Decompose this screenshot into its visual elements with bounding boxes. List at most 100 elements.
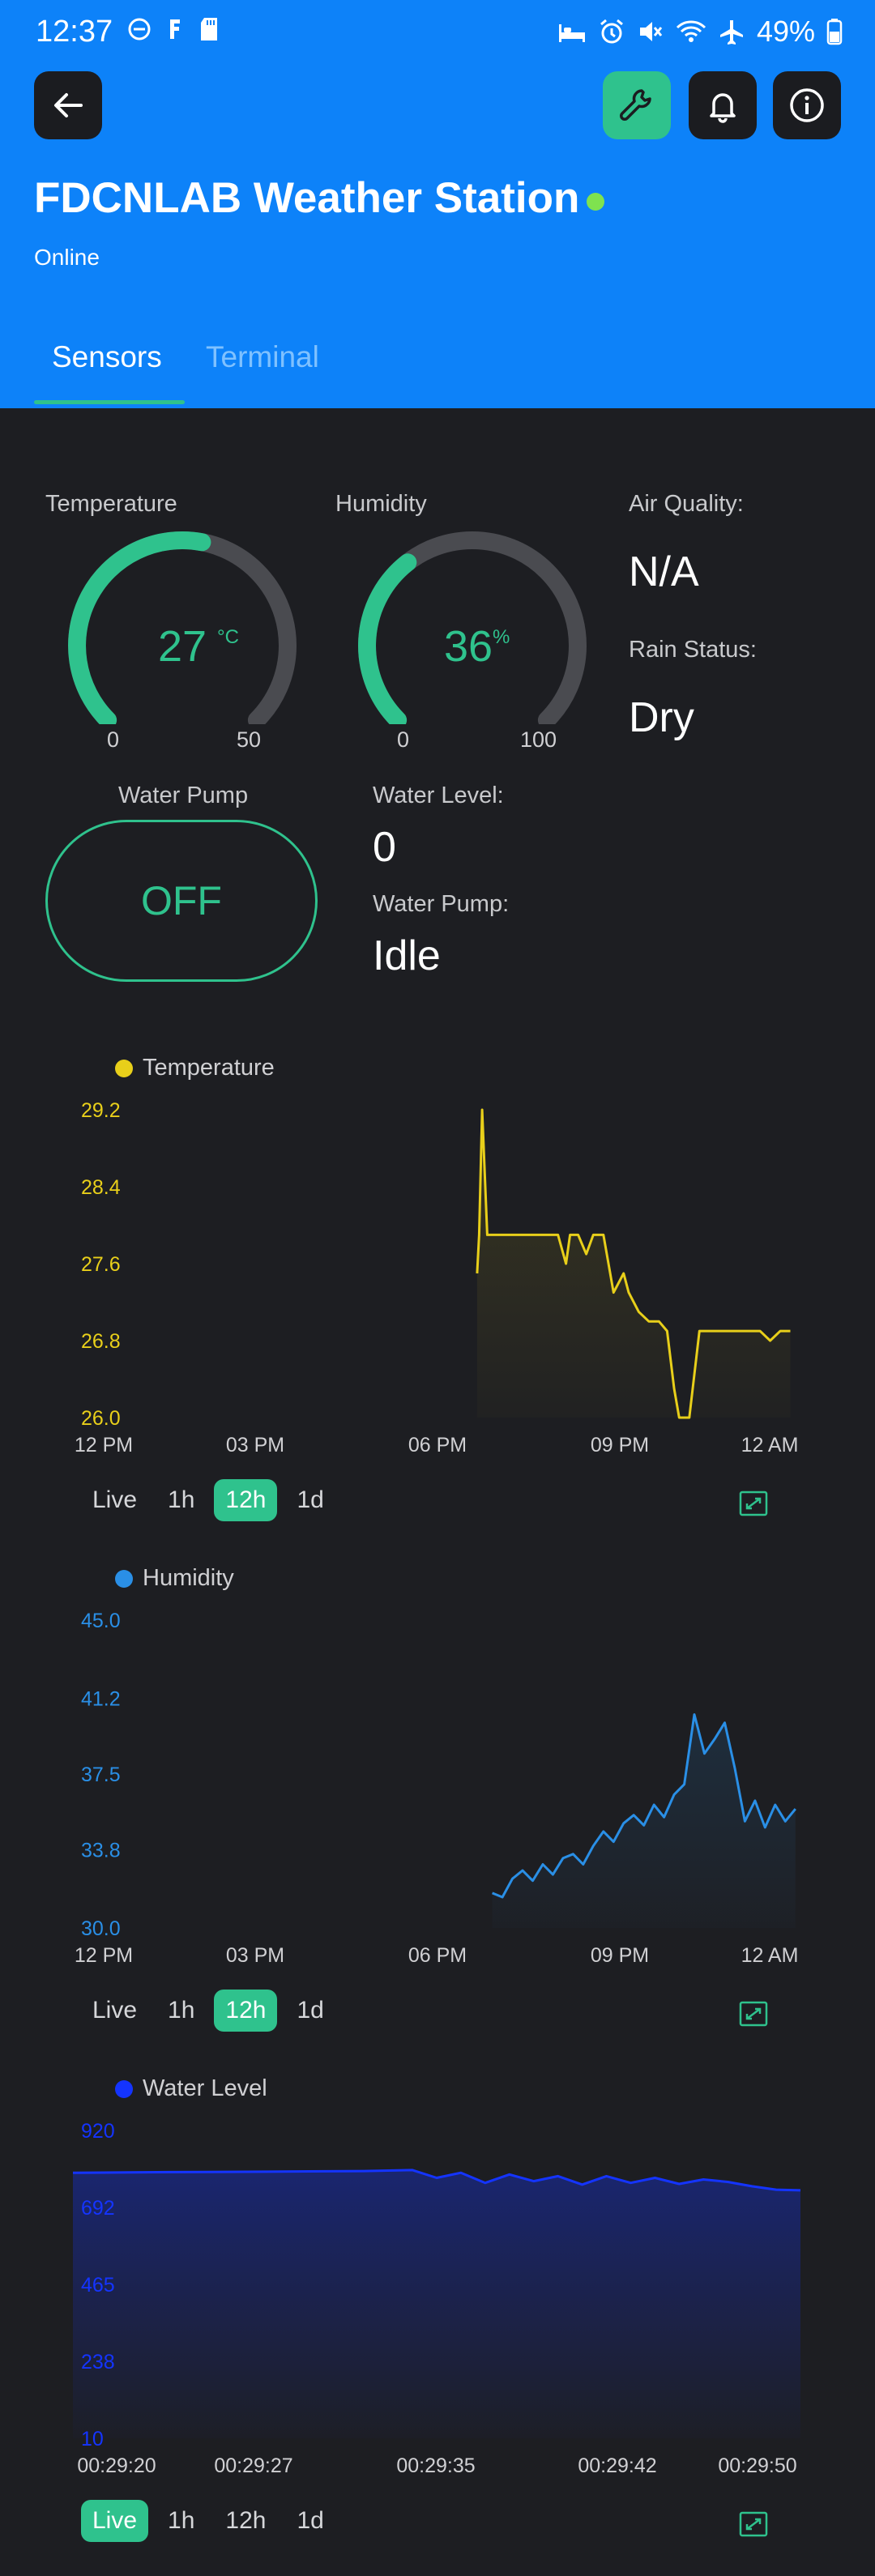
x-tick-label: 03 PM (226, 1434, 284, 1456)
range-1h-button[interactable]: 1h (156, 1479, 206, 1521)
humidity-chart-legend: Humidity (115, 1565, 234, 1592)
wrench-icon (620, 89, 651, 121)
water-level-label: Water Level: (373, 783, 504, 808)
page-title: FDCNLAB Weather Station (34, 174, 580, 222)
battery-icon (826, 19, 843, 45)
tab-terminal[interactable]: Terminal (206, 340, 319, 374)
range-1h-button[interactable]: 1h (156, 1990, 206, 2032)
sd-card-icon (201, 18, 217, 41)
app-notification-icon (170, 19, 180, 39)
notifications-button[interactable] (689, 71, 757, 139)
range-live-button[interactable]: Live (81, 1479, 148, 1521)
rain-status-value: Dry (629, 694, 694, 741)
airplane-icon (719, 20, 743, 45)
tab-sensors[interactable]: Sensors (52, 340, 162, 374)
battery-percent: 49% (756, 15, 815, 48)
x-tick-label: 09 PM (591, 1944, 649, 1967)
range-12h-button[interactable]: 12h (214, 2500, 277, 2542)
range-1d-button[interactable]: 1d (285, 1479, 335, 1521)
air-quality-value: N/A (629, 548, 699, 595)
legend-color-dot (115, 1059, 133, 1077)
range-12h-button[interactable]: 12h (214, 1479, 278, 1521)
humidity-chart[interactable]: 30.0 33.8 37.5 41.2 45.0 12 PM 03 PM 06 PM 09 PM… (0, 1596, 875, 1985)
x-tick-label: 00:29:42 (578, 2454, 656, 2477)
series-area (476, 1110, 791, 1418)
temperature-chart[interactable]: 26.0 26.8 27.6 28.4 29.2 12 PM 03 PM 06 PM 09 PM… (0, 1085, 875, 1474)
x-tick-label: 09 PM (591, 1434, 649, 1456)
range-1h-button[interactable]: 1h (156, 2500, 206, 2542)
water-level-range-selector: Live 1h 12h 1d (81, 2500, 335, 2542)
x-tick-label: 03 PM (226, 1944, 284, 1967)
y-tick-label: 33.8 (81, 1840, 121, 1862)
water-pump-status-value: Idle (373, 932, 441, 979)
y-tick-label: 26.8 (81, 1330, 121, 1353)
y-tick-label: 26.0 (81, 1407, 121, 1430)
x-tick-label: 00:29:20 (77, 2454, 156, 2477)
rain-status-label: Rain Status: (629, 637, 757, 663)
water-level-chart[interactable]: 1023846569292000:29:2000:29:2700:29:3500… (0, 2106, 875, 2495)
status-left-icons (126, 16, 219, 42)
online-status-dot (587, 193, 604, 211)
y-tick-label: 29.2 (81, 1099, 121, 1122)
y-tick-label: 920 (81, 2120, 115, 2143)
x-tick-label: 12 AM (741, 1944, 799, 1967)
temperature-gauge: 27 °C (68, 531, 297, 724)
range-1d-button[interactable]: 1d (285, 2500, 335, 2542)
x-tick-label: 12 PM (75, 1434, 133, 1456)
range-1d-button[interactable]: 1d (285, 1990, 335, 2032)
x-tick-label: 06 PM (408, 1944, 467, 1967)
legend-label: Temperature (143, 1055, 275, 1081)
info-button[interactable] (773, 71, 841, 139)
y-tick-label: 37.5 (81, 1764, 121, 1786)
legend-color-dot (115, 2079, 133, 2098)
bed-icon (558, 24, 585, 42)
expand-icon[interactable] (739, 1491, 768, 1516)
expand-icon[interactable] (739, 2511, 768, 2537)
x-tick-label: 00:29:50 (718, 2454, 796, 2477)
temperature-label: Temperature (45, 491, 177, 517)
y-tick-label: 30.0 (81, 1917, 121, 1940)
bell-icon (710, 93, 736, 123)
humidity-gauge: 36 % (358, 531, 587, 724)
humidity-value: 36 (444, 622, 493, 671)
range-12h-button[interactable]: 12h (214, 1990, 278, 2032)
water-pump-status-label: Water Pump: (373, 891, 510, 917)
dnd-icon (128, 18, 151, 41)
y-tick-label: 45.0 (81, 1610, 121, 1632)
temperature-chart-legend: Temperature (115, 1055, 275, 1081)
temperature-range-selector: Live 1h 12h 1d (81, 1479, 335, 1521)
back-button[interactable] (34, 71, 102, 139)
humidity-range-selector: Live 1h 12h 1d (81, 1990, 335, 2032)
device-settings-button[interactable] (603, 71, 671, 139)
water-pump-toggle-button[interactable]: OFF (45, 820, 318, 982)
water-level-value: 0 (373, 824, 396, 871)
humidity-min-label: 0 (397, 727, 410, 752)
water-pump-control-label: Water Pump (118, 783, 249, 808)
x-tick-label: 00:29:35 (396, 2454, 475, 2477)
range-live-button[interactable]: Live (81, 1990, 148, 2032)
status-bar: 12:37 49% (0, 0, 875, 65)
temperature-unit: °C (217, 626, 239, 648)
y-tick-label: 41.2 (81, 1687, 121, 1710)
humidity-unit: % (493, 626, 510, 648)
range-live-button[interactable]: Live (81, 2500, 149, 2542)
y-tick-label: 27.6 (81, 1253, 121, 1276)
water-level-chart-legend: Water Level (115, 2075, 267, 2102)
arrow-left-icon (54, 93, 83, 117)
series-area (492, 1714, 796, 1928)
temperature-min-label: 0 (107, 727, 120, 752)
x-tick-label: 12 AM (741, 1434, 799, 1456)
expand-icon[interactable] (739, 2001, 768, 2027)
mute-icon (639, 22, 663, 41)
x-tick-label: 06 PM (408, 1434, 467, 1456)
air-quality-label: Air Quality: (629, 491, 744, 517)
series-area (73, 2169, 800, 2438)
temperature-max-label: 50 (237, 727, 262, 752)
status-right-icons: 49% (557, 15, 843, 49)
alarm-icon (600, 19, 623, 44)
temperature-value: 27 (158, 622, 207, 671)
x-tick-label: 00:29:27 (214, 2454, 292, 2477)
app-header: 12:37 49% FDCNLAB Weather Station Online… (0, 0, 875, 408)
active-tab-indicator (34, 400, 185, 404)
legend-color-dot (115, 1569, 133, 1588)
